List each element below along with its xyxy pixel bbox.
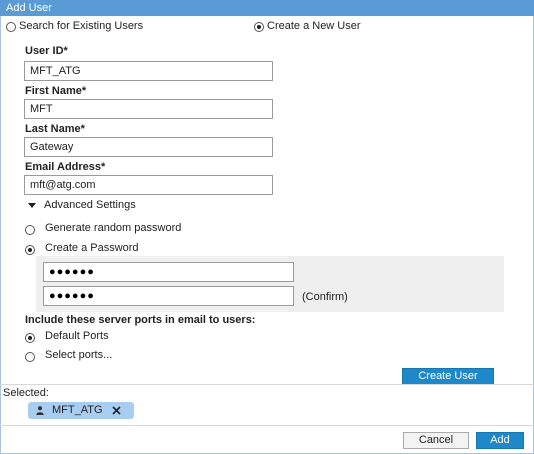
ports-heading: Include these server ports in email to u…	[25, 314, 256, 326]
dialog-titlebar: Add User	[0, 0, 534, 16]
user-id-field[interactable]	[24, 61, 273, 81]
password-field[interactable]	[43, 262, 294, 282]
add-user-dialog	[0, 16, 534, 454]
email-label: Email Address*	[25, 161, 106, 173]
select-ports-radio[interactable]	[25, 352, 35, 362]
add-button[interactable]: Add	[476, 432, 524, 449]
create-new-label[interactable]: Create a New User	[267, 20, 361, 32]
advanced-settings-toggle[interactable]: Advanced Settings	[44, 199, 136, 211]
chip-label: MFT_ATG	[52, 404, 103, 416]
cancel-button[interactable]: Cancel	[403, 432, 469, 449]
email-field[interactable]	[24, 175, 273, 195]
expand-triangle-icon[interactable]	[28, 203, 36, 208]
user-id-label: User ID*	[25, 45, 68, 57]
default-ports-radio[interactable]	[25, 333, 35, 343]
select-ports-label[interactable]: Select ports...	[45, 349, 112, 361]
search-existing-label[interactable]: Search for Existing Users	[19, 20, 143, 32]
create-password-label[interactable]: Create a Password	[45, 242, 139, 254]
remove-chip-icon[interactable]	[112, 406, 121, 415]
first-name-label: First Name*	[25, 85, 87, 97]
confirm-password-field[interactable]	[43, 286, 294, 306]
random-password-label[interactable]: Generate random password	[45, 222, 181, 234]
random-password-radio[interactable]	[25, 225, 35, 235]
confirm-label: (Confirm)	[302, 291, 348, 303]
create-user-button[interactable]: Create User	[402, 368, 494, 385]
user-icon	[36, 406, 44, 415]
dialog-title: Add User	[6, 2, 52, 14]
create-password-radio[interactable]	[25, 245, 35, 255]
footer-divider	[0, 425, 534, 426]
selected-label: Selected:	[3, 387, 49, 399]
create-new-radio[interactable]	[254, 22, 264, 32]
search-existing-radio[interactable]	[6, 22, 16, 32]
last-name-label: Last Name*	[25, 123, 85, 135]
first-name-field[interactable]	[24, 99, 273, 119]
divider	[0, 384, 534, 385]
last-name-field[interactable]	[24, 137, 273, 157]
default-ports-label[interactable]: Default Ports	[45, 330, 109, 342]
selected-user-chip: MFT_ATG	[28, 402, 134, 419]
